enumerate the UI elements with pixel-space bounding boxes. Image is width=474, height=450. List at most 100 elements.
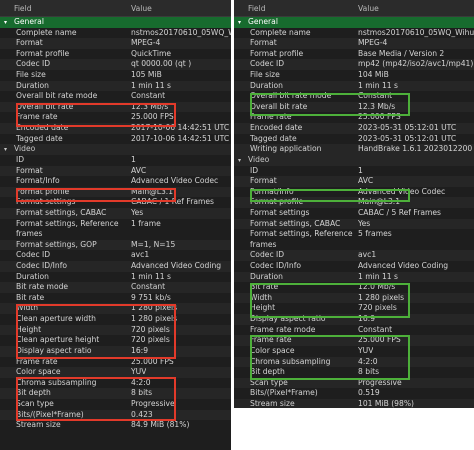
property-row-format[interactable]: Format MPEG-4: [0, 38, 231, 49]
section-video[interactable]: ▾ Video: [234, 154, 474, 166]
property-row-tagged-date[interactable]: Tagged date 2017-10-06 14:42:51 UTC: [0, 134, 231, 145]
property-row-duration[interactable]: Duration 1 min 11 s: [0, 80, 231, 92]
property-row-complete-name[interactable]: Complete name nstmos20170610_05WQ_Wihu.mp…: [234, 28, 474, 39]
field-value: 0.519: [358, 388, 380, 398]
property-row-display-aspect-ratio[interactable]: Display aspect ratio 16:9: [0, 345, 231, 357]
property-row-chroma-subsampling[interactable]: Chroma subsampling 4:2:0: [234, 356, 474, 368]
property-row-stream-size[interactable]: Stream size 101 MiB (98%): [234, 398, 474, 408]
field-value: Advanced Video Coding: [131, 261, 222, 271]
property-row-frame-rate[interactable]: Frame rate 25.000 FPS: [0, 112, 231, 123]
property-row-height[interactable]: Height 720 pixels: [234, 303, 474, 314]
field-column-header[interactable]: Field: [0, 4, 131, 13]
property-list: ▾ General Complete name nstmos20170610_05WQ…: [0, 17, 231, 431]
property-row-encoded-date[interactable]: Encoded date 2017-10-06 14:42:51 UTC: [0, 123, 231, 134]
property-row-codec-id[interactable]: Codec ID mp42 (mp42/iso2/avc1/mp41): [234, 59, 474, 71]
field-column-header[interactable]: Field: [234, 4, 358, 13]
section-video[interactable]: ▾ Video: [0, 144, 231, 155]
section-general[interactable]: ▾ General: [0, 17, 231, 28]
property-row-bit-rate[interactable]: Bit rate 12.0 Mb/s: [234, 282, 474, 293]
property-row-id[interactable]: ID 1: [234, 166, 474, 177]
field-name: Frame rate mode: [250, 324, 316, 334]
property-row-codec-id[interactable]: Codec ID avc1: [234, 250, 474, 262]
property-row-overall-bit-rate-mode[interactable]: Overall bit rate mode Constant: [0, 91, 231, 102]
property-row-format-settings-gop[interactable]: Format settings, GOP M=1, N=15: [0, 239, 231, 251]
property-row-overall-bit-rate-mode[interactable]: Overall bit rate mode Constant: [234, 91, 474, 102]
section-label: ▾ General: [0, 17, 131, 28]
field-value: Yes: [131, 207, 144, 217]
property-row-format-settings-cabac[interactable]: Format settings, CABAC Yes: [234, 218, 474, 230]
property-row-format-settings[interactable]: Format settings CABAC / 1 Ref Frames: [0, 197, 231, 208]
property-row-format-profile[interactable]: Format profile Main@L3.1: [0, 186, 231, 198]
field-name: Codec ID/Info: [250, 261, 302, 271]
field-value: 25.000 FPS: [358, 335, 401, 345]
property-row-chroma-subsampling[interactable]: Chroma subsampling 4:2:0: [0, 378, 231, 389]
field-name: Scan type: [250, 377, 288, 387]
property-row-color-space[interactable]: Color space YUV: [234, 346, 474, 357]
property-row-frame-rate-mode[interactable]: Frame rate mode Constant: [234, 325, 474, 336]
field-value: 104 MiB: [358, 70, 389, 80]
section-general[interactable]: ▾ General: [234, 17, 474, 28]
field-name: Format profile: [250, 48, 304, 58]
field-name: Display aspect ratio: [250, 314, 326, 324]
property-row-bits-pixel-frame[interactable]: Bits/(Pixel*Frame) 0.519: [234, 388, 474, 399]
property-row-bits-pixel-frame[interactable]: Bits/(Pixel*Frame) 0.423: [0, 409, 231, 421]
property-row-complete-name[interactable]: Complete name nstmos20170610_05WQ_Wihu.MO…: [0, 28, 231, 39]
property-row-overall-bit-rate[interactable]: Overall bit rate 12.3 Mb/s: [234, 101, 474, 113]
property-row-format-info[interactable]: Format/Info Advanced Video Codec: [0, 176, 231, 187]
property-row-format-profile[interactable]: Format profile Base Media / Version 2: [234, 49, 474, 60]
property-row-stream-size[interactable]: Stream size 84.9 MiB (81%): [0, 420, 231, 431]
property-row-format-settings[interactable]: Format settings CABAC / 5 Ref Frames: [234, 208, 474, 219]
property-row-color-space[interactable]: Color space YUV: [0, 367, 231, 378]
property-row-duration[interactable]: Duration 1 min 11 s: [0, 272, 231, 283]
property-row-id[interactable]: ID 1: [0, 155, 231, 166]
property-row-duration[interactable]: Duration 1 min 11 s: [234, 80, 474, 92]
property-row-codec-id[interactable]: Codec ID qt 0000.00 (qt ): [0, 59, 231, 71]
chevron-down-icon[interactable]: ▾: [4, 145, 14, 155]
value-column-header[interactable]: Value: [131, 4, 152, 13]
property-row-encoded-date[interactable]: Encoded date 2023-05-31 05:12:01 UTC: [234, 123, 474, 134]
field-value: 2023-05-31 05:12:01 UTC: [358, 123, 457, 133]
field-name: ID: [250, 165, 259, 175]
property-row-overall-bit-rate[interactable]: Overall bit rate 12.3 Mb/s: [0, 101, 231, 113]
property-row-codec-id-info[interactable]: Codec ID/Info Advanced Video Coding: [0, 261, 231, 272]
property-row-format-profile[interactable]: Format profile QuickTime: [0, 49, 231, 60]
property-row-format-settings-reference-frames[interactable]: Format settings, Reference frames 1 frame: [0, 219, 231, 240]
property-row-frame-rate[interactable]: Frame rate 25.000 FPS: [234, 335, 474, 346]
property-row-format-profile[interactable]: Format profile Main@L3.1: [234, 197, 474, 208]
property-row-format[interactable]: Format AVC: [234, 176, 474, 187]
value-column-header[interactable]: Value: [358, 4, 379, 13]
property-row-format-settings-reference-frames[interactable]: Format settings, Reference frames 5 frame…: [234, 229, 474, 250]
property-row-bit-rate-mode[interactable]: Bit rate mode Constant: [0, 282, 231, 293]
property-row-bit-rate[interactable]: Bit rate 9 751 kb/s: [0, 293, 231, 304]
property-row-format[interactable]: Format MPEG-4: [234, 38, 474, 49]
property-row-bit-depth[interactable]: Bit depth 8 bits: [234, 367, 474, 378]
property-row-scan-type[interactable]: Scan type Progressive: [0, 399, 231, 410]
property-row-clean-aperture-width[interactable]: Clean aperture width 1 280 pixels: [0, 314, 231, 325]
property-row-bit-depth[interactable]: Bit depth 8 bits: [0, 388, 231, 399]
property-row-width[interactable]: Width 1 280 pixels: [0, 303, 231, 315]
property-row-height[interactable]: Height 720 pixels: [0, 324, 231, 336]
property-row-writing-application[interactable]: Writing application HandBrake 1.6.1 20230…: [234, 144, 474, 155]
field-name: Bit depth: [16, 388, 51, 398]
property-row-frame-rate[interactable]: Frame rate 25.000 FPS: [234, 112, 474, 123]
property-row-file-size[interactable]: File size 104 MiB: [234, 70, 474, 81]
property-row-width[interactable]: Width 1 280 pixels: [234, 292, 474, 304]
property-row-file-size[interactable]: File size 105 MiB: [0, 70, 231, 81]
chevron-down-icon[interactable]: ▾: [4, 18, 14, 28]
field-value: 9 751 kb/s: [131, 292, 171, 302]
property-row-format-info[interactable]: Format/Info Advanced Video Codec: [234, 187, 474, 198]
property-row-codec-id-info[interactable]: Codec ID/Info Advanced Video Coding: [234, 261, 474, 272]
property-row-clean-aperture-height[interactable]: Clean aperture height 720 pixels: [0, 335, 231, 346]
field-name: Tagged date: [250, 133, 297, 143]
property-row-display-aspect-ratio[interactable]: Display aspect ratio 16:9: [234, 314, 474, 325]
field-name: Encoded date: [16, 123, 69, 133]
property-row-frame-rate[interactable]: Frame rate 25.000 FPS: [0, 357, 231, 368]
property-row-codec-id[interactable]: Codec ID avc1: [0, 250, 231, 261]
property-row-tagged-date[interactable]: Tagged date 2023-05-31 05:12:01 UTC: [234, 134, 474, 145]
property-row-scan-type[interactable]: Scan type Progressive: [234, 377, 474, 389]
property-row-format-settings-cabac[interactable]: Format settings, CABAC Yes: [0, 207, 231, 219]
property-row-duration[interactable]: Duration 1 min 11 s: [234, 271, 474, 283]
chevron-down-icon[interactable]: ▾: [238, 156, 248, 166]
chevron-down-icon[interactable]: ▾: [238, 18, 248, 28]
property-row-format[interactable]: Format AVC: [0, 165, 231, 177]
